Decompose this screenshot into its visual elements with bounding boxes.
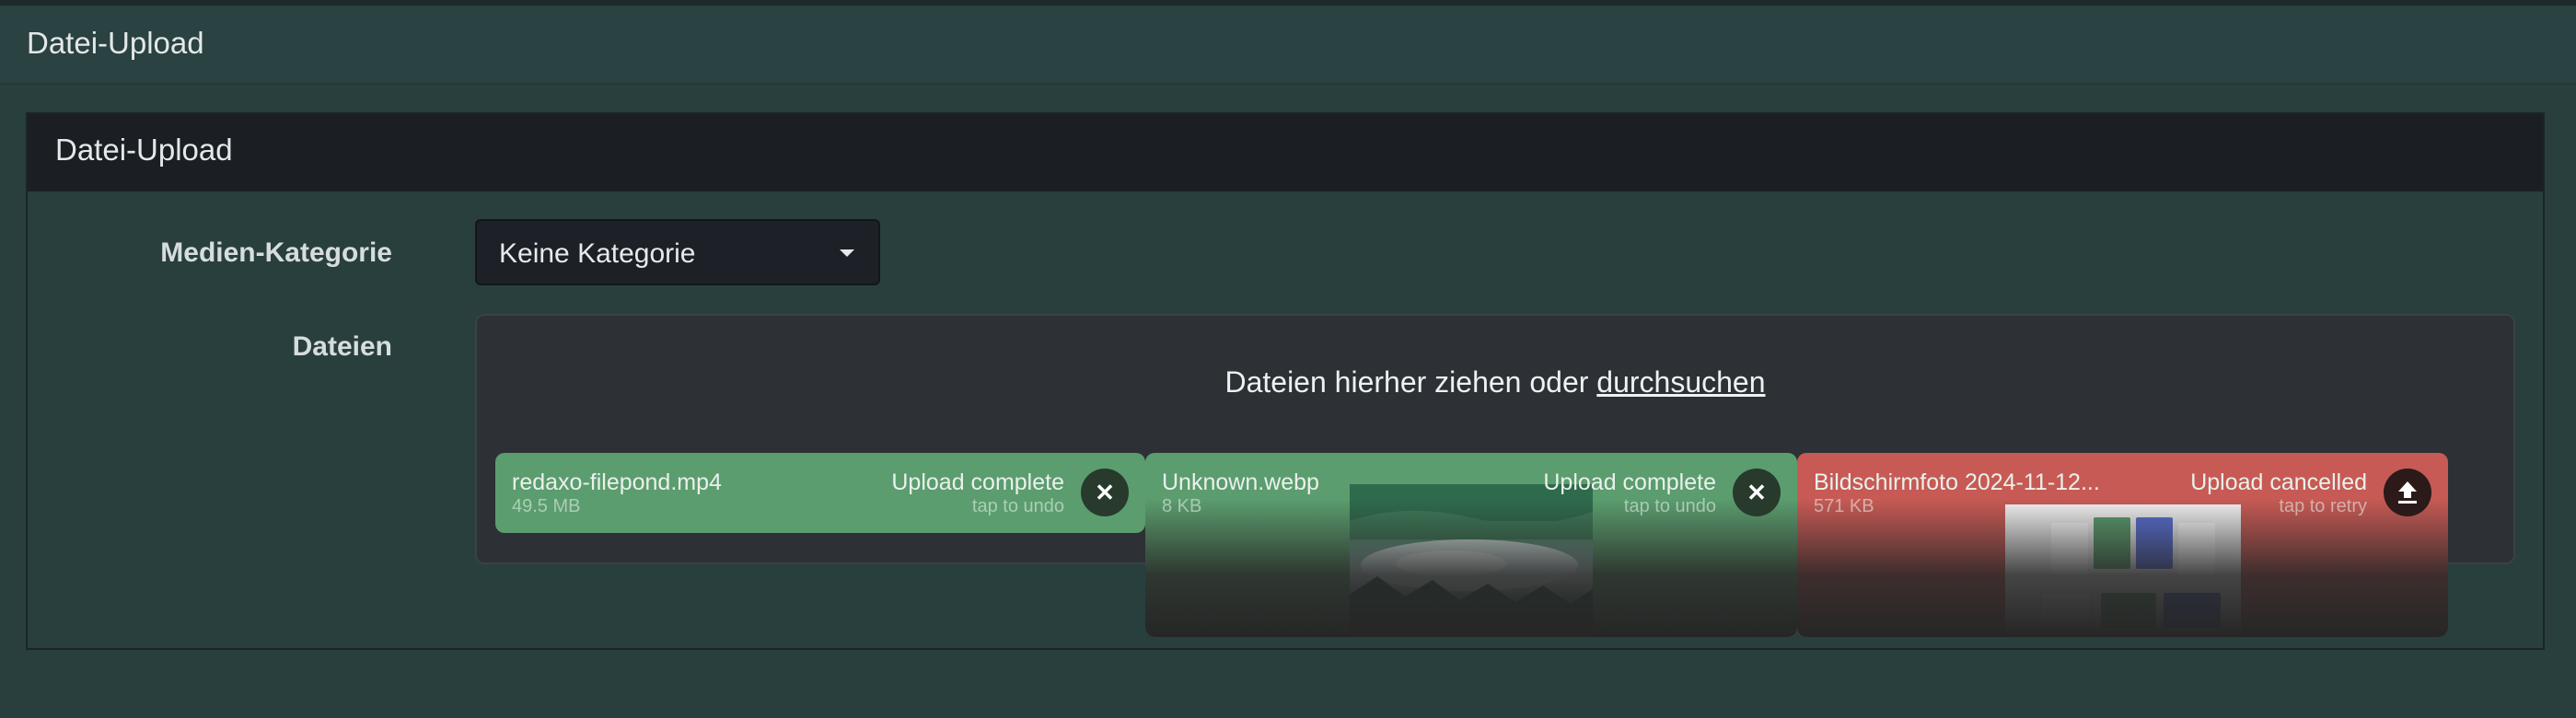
files-label: Dateien bbox=[292, 331, 392, 362]
file-name: Bildschirmfoto 2024-11-12... bbox=[1814, 469, 2100, 495]
browse-link[interactable]: durchsuchen bbox=[1596, 365, 1765, 399]
retry-upload-button[interactable] bbox=[2384, 469, 2431, 516]
thumbnail-overlay bbox=[1145, 499, 1797, 637]
upload-icon bbox=[2398, 481, 2417, 504]
panel-title: Datei-Upload bbox=[55, 133, 233, 167]
file-size: 49.5 MB bbox=[512, 496, 581, 516]
close-icon: ✕ bbox=[1095, 479, 1115, 506]
file-size: 571 KB bbox=[1814, 496, 1874, 516]
page-title: Datei-Upload bbox=[27, 26, 204, 60]
remove-file-button[interactable]: ✕ bbox=[1733, 469, 1781, 516]
panel-heading: Datei-Upload bbox=[28, 114, 2543, 191]
file-name: Unknown.webp bbox=[1162, 469, 1319, 495]
page-header: Datei-Upload bbox=[0, 6, 2576, 85]
category-label: Medien-Kategorie bbox=[160, 237, 392, 268]
file-size: 8 KB bbox=[1162, 496, 1202, 516]
file-status: Upload complete bbox=[1543, 469, 1716, 495]
category-select-value: Keine Kategorie bbox=[499, 238, 696, 269]
remove-file-button[interactable]: ✕ bbox=[1081, 469, 1129, 516]
file-item: redaxo-filepond.mp4 49.5 MB Upload compl… bbox=[495, 453, 1145, 533]
file-hint: tap to retry bbox=[2279, 496, 2367, 516]
file-name: redaxo-filepond.mp4 bbox=[512, 469, 722, 495]
file-hint: tap to undo bbox=[971, 496, 1064, 516]
caret-down-icon bbox=[840, 249, 854, 257]
category-select[interactable]: Keine Kategorie bbox=[475, 219, 880, 285]
file-item: Bildschirmfoto 2024-11-12... 571 KB Uplo… bbox=[1797, 453, 2448, 637]
close-icon: ✕ bbox=[1746, 479, 1767, 506]
file-status: Upload complete bbox=[891, 469, 1064, 495]
thumbnail-overlay bbox=[1797, 499, 2448, 637]
file-hint: tap to undo bbox=[1623, 496, 1716, 516]
file-status: Upload cancelled bbox=[2190, 469, 2367, 495]
dropzone-text: Dateien hierher ziehen oder durchsuchen bbox=[477, 365, 2513, 400]
dropzone-instruction: Dateien hierher ziehen oder bbox=[1224, 365, 1589, 399]
file-item: Unknown.webp 8 KB Upload complete tap to… bbox=[1145, 453, 1797, 637]
